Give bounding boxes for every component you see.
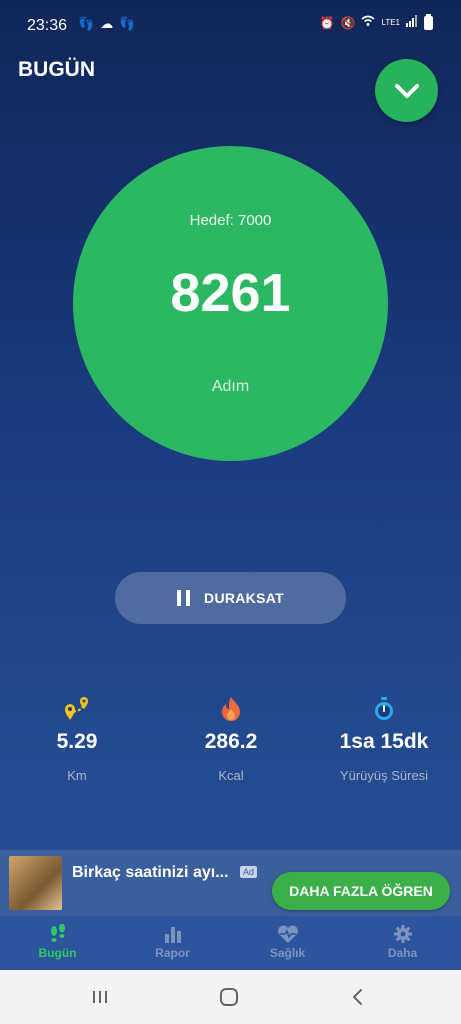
system-nav-bar — [0, 970, 461, 1024]
gear-icon — [345, 916, 460, 944]
page-title: BUGÜN — [18, 58, 95, 81]
footsteps-notification-icon-2: 👣 — [119, 16, 136, 31]
tab-more[interactable]: Daha — [345, 916, 460, 970]
notification-icons: 👣 ☁ 👣 — [78, 16, 135, 32]
recent-apps-icon — [93, 991, 107, 1003]
bar-chart-icon — [115, 916, 230, 944]
footsteps-icon — [0, 916, 115, 944]
tab-more-label: Daha — [387, 946, 418, 960]
duration-label: Yürüyüş Süresi — [339, 768, 429, 783]
steps-count: 8261 — [170, 263, 291, 323]
pause-label: DURAKSAT — [204, 590, 284, 606]
network-label: LTE1 — [381, 17, 400, 27]
tab-report[interactable]: Rapor — [115, 916, 230, 970]
calories-value: 286.2 — [204, 730, 258, 753]
expand-button[interactable] — [375, 59, 438, 122]
alarm-icon: ⏰ — [319, 15, 335, 30]
pause-button[interactable]: DURAKSAT — [115, 572, 346, 624]
bottom-tab-bar: Bugün Rapor Sağlık Daha — [0, 916, 461, 970]
steps-progress-circle: Hedef: 7000 8261 Adım — [73, 146, 388, 461]
tab-today[interactable]: Bugün — [0, 916, 115, 970]
status-bar: 23:36 👣 ☁ 👣 ⏰ 🔇 LTE1 — [0, 0, 461, 46]
distance-value: 5.29 — [56, 730, 98, 753]
learn-more-button[interactable]: DAHA FAZLA ÖĞREN — [272, 872, 450, 910]
battery-icon — [424, 13, 433, 30]
back-icon — [353, 989, 362, 1005]
duration-value: 1sa 15dk — [339, 730, 429, 753]
signal-icon — [406, 15, 418, 30]
stat-calories: 286.2 Kcal — [154, 694, 308, 783]
pause-icon — [177, 590, 191, 606]
home-icon — [220, 988, 238, 1006]
mute-icon: 🔇 — [340, 15, 356, 30]
system-icons: ⏰ 🔇 LTE1 — [319, 13, 433, 30]
tab-health-label: Sağlık — [269, 946, 306, 960]
footsteps-notification-icon: 👣 — [78, 16, 95, 31]
goal-label: Hedef: 7000 — [189, 212, 272, 229]
stat-distance: 5.29 Km — [0, 694, 154, 783]
tab-health[interactable]: Sağlık — [230, 916, 345, 970]
back-button[interactable] — [338, 984, 378, 1010]
recent-apps-button[interactable] — [80, 984, 120, 1010]
ad-thumbnail[interactable] — [9, 856, 62, 910]
chevron-down-icon — [394, 83, 419, 98]
stat-duration: 1sa 15dk Yürüyüş Süresi — [307, 694, 461, 783]
distance-label: Km — [67, 768, 87, 783]
status-time: 23:36 — [27, 17, 68, 34]
stats-row: 5.29 Km 286.2 Kcal 1sa 15dk Yürüyüş Süre… — [0, 694, 461, 794]
distance-icon — [0, 694, 154, 724]
tab-today-label: Bugün — [38, 946, 77, 960]
ad-badge: Ad — [240, 866, 258, 878]
steps-unit: Adım — [211, 378, 250, 395]
tab-report-label: Rapor — [155, 946, 190, 960]
stopwatch-icon — [307, 694, 461, 724]
wifi-icon — [361, 15, 375, 30]
home-button[interactable] — [209, 984, 249, 1010]
flame-icon — [154, 694, 308, 724]
cloud-icon: ☁ — [100, 16, 114, 31]
calories-label: Kcal — [218, 768, 244, 783]
ad-text[interactable]: Birkaç saatinizi ayı... — [72, 864, 229, 882]
heart-pulse-icon — [230, 916, 345, 944]
